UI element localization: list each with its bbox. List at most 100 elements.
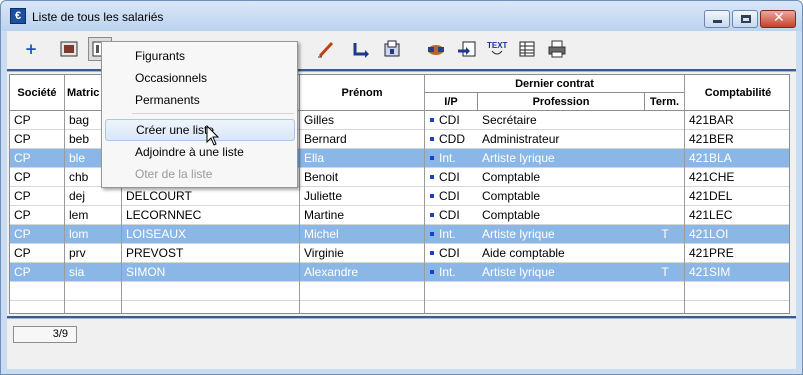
printer-icon[interactable] [545,37,569,61]
cell-nom: DELCOURT [126,189,192,203]
cell-compta: 421DEL [689,189,733,203]
cell-profession: Comptable [482,170,541,184]
cell-profession: Administrateur [482,132,560,146]
header-dernier-contrat: Dernier contrat [425,75,685,93]
contract-bullet-icon [430,270,434,274]
header-prenom[interactable]: Prénom [300,75,425,111]
cell-profession: Comptable [482,208,541,222]
cell-societe: CP [14,208,31,222]
cell-matricule: dej [69,189,86,203]
cell-nom: PREVOST [126,246,184,260]
cell-nom: SIMON [126,265,166,279]
cell-profession: Secrétaire [482,113,537,127]
menu-item-figurants[interactable]: Figurants [105,45,295,67]
cell-matricule: prv [69,246,86,260]
cell-societe: CP [14,113,31,127]
contract-bullet-icon [430,156,434,160]
add-icon[interactable]: + [19,37,43,61]
cell-compta: 421LOI [689,227,729,241]
text-icon[interactable]: TEXT [485,37,509,61]
column-divider [424,75,425,313]
cell-ip: CDI [439,113,460,127]
cell-compta: 421LEC [689,208,733,222]
cell-prenom: Virginie [304,246,344,260]
cell-ip: Int. [439,227,456,241]
cell-compta: 421SIM [689,265,731,279]
cell-ip: Int. [439,151,456,165]
handshake-icon[interactable] [424,37,448,61]
header-term[interactable]: Term. [645,93,685,111]
title-bar[interactable]: € Liste de tous les salariés ✕ [1,1,802,31]
cell-profession: Comptable [482,189,541,203]
cell-prenom: Gilles [304,113,335,127]
table-row[interactable]: CP sia SIMON Alexandre Int. Artiste lyrique T 4… [10,263,789,282]
menu-item-adjoindre-liste[interactable]: Adjoindre à une liste [105,141,295,163]
header-ip[interactable]: I/P [425,93,478,111]
cell-ip: CDI [439,208,460,222]
cell-matricule: lem [69,208,89,222]
table-row[interactable]: CP lem LECORNNEC Martine CDI Comptable 421LEC [10,206,789,225]
contract-bullet-icon [430,118,434,122]
cell-compta: 421BER [689,132,734,146]
cell-profession: Artiste lyrique [482,227,555,241]
menu-item-occasionnels[interactable]: Occasionnels [105,67,295,89]
refresh-icon[interactable] [348,37,372,61]
edit-icon[interactable] [314,37,338,61]
menu-separator [132,113,294,114]
cell-nom: LOISEAUX [126,227,187,241]
record-count: 3/9 [13,326,77,343]
cell-matricule: sia [69,265,85,279]
table-row[interactable]: CP prv PREVOST Virginie CDI Aide comptable 421… [10,244,789,263]
cell-profession: Artiste lyrique [482,151,555,165]
cell-ip: CDI [439,189,460,203]
cell-term: T [661,227,669,241]
header-societe[interactable]: Société [10,75,65,111]
minimize-button[interactable] [704,10,730,28]
cell-matricule: lom [69,227,89,241]
import-icon[interactable] [455,37,479,61]
menu-item-creer-liste[interactable]: Créer une liste [105,119,295,141]
cell-societe: CP [14,246,31,260]
cell-prenom: Michel [304,227,339,241]
context-menu: Figurants Occasionnels Permanents Créer … [101,41,298,188]
cell-compta: 421BLA [689,151,732,165]
cell-prenom: Martine [304,208,345,222]
empty-row [10,282,789,301]
maximize-button[interactable] [732,10,758,28]
cell-term [645,130,685,149]
contract-bullet-icon [430,175,434,179]
mouse-cursor-icon [206,125,220,146]
cell-term [645,187,685,206]
column-divider [684,75,685,313]
header-comptabilite[interactable]: Comptabilité [685,75,789,111]
cell-ip: CDD [439,132,465,146]
column-divider [64,75,65,313]
cell-ip: Int. [439,265,456,279]
maximize-icon [741,15,751,23]
contract-bullet-icon [430,194,434,198]
cell-ip: CDI [439,246,460,260]
cell-societe: CP [14,265,31,279]
cell-term [645,244,685,263]
cell-profession: Artiste lyrique [482,265,555,279]
employee-list-window: € Liste de tous les salariés ✕ + TEXT So… [0,0,803,375]
cell-prenom: Alexandre [304,265,359,279]
table-row[interactable]: CP dej DELCOURT Juliette CDI Comptable 421DEL [10,187,789,206]
menu-item-permanents[interactable]: Permanents [105,89,295,111]
close-button[interactable]: ✕ [760,10,796,28]
view-card-icon[interactable] [57,37,81,61]
header-profession[interactable]: Profession [478,93,645,111]
close-icon: ✕ [773,10,785,26]
empty-row [10,301,789,313]
cell-term [645,149,685,168]
table-row[interactable]: CP lom LOISEAUX Michel Int. Artiste lyrique T 4… [10,225,789,244]
cell-societe: CP [14,132,31,146]
cell-societe: CP [14,227,31,241]
contract-bullet-icon [430,213,434,217]
app-icon: € [10,8,26,24]
cell-profession: Aide comptable [482,246,565,260]
window-title: Liste de tous les salariés [32,10,164,24]
export-icon[interactable] [380,37,404,61]
table-icon[interactable] [515,37,539,61]
cell-prenom: Bernard [304,132,347,146]
